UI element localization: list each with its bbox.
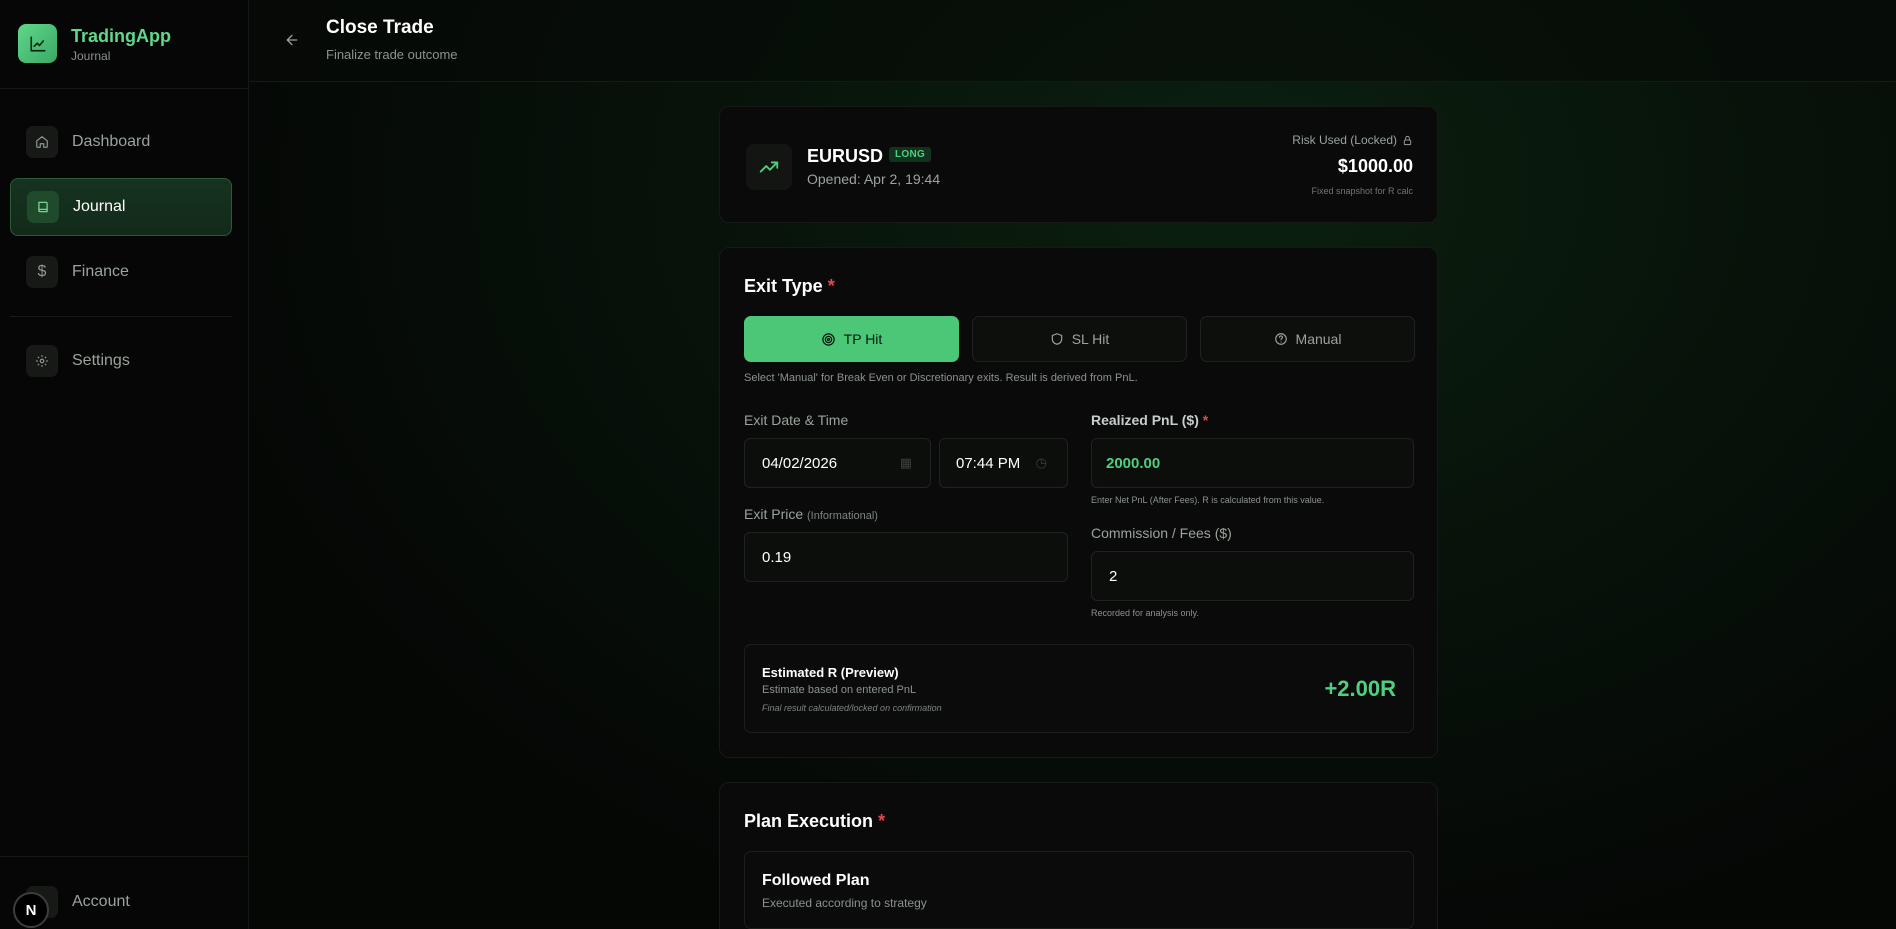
dev-badge[interactable]: N [13, 892, 49, 928]
chart-icon [18, 24, 57, 63]
trade-summary-card: EURUSD LONG Opened: Apr 2, 19:44 Risk Us… [719, 106, 1438, 223]
tp-hit-button[interactable]: TP Hit [744, 316, 959, 362]
plan-option-subtitle: Executed according to strategy [762, 896, 927, 910]
sidebar-item-label: Dashboard [72, 133, 151, 150]
divider [0, 88, 249, 89]
fees-value: 2 [1109, 567, 1118, 585]
exit-date-input[interactable]: 04/02/2026 ▦ [744, 438, 931, 488]
sidebar-item-label: Settings [72, 352, 130, 369]
exit-price-label-note: (Informational) [807, 510, 878, 522]
exit-date-label: Exit Date & Time [744, 412, 849, 428]
pnl-value: 2000.00 [1106, 454, 1161, 472]
sidebar-item-finance[interactable]: $ Finance [10, 243, 232, 301]
exit-time-input[interactable]: 07:44 PM ◷ [939, 438, 1068, 488]
risk-note: Fixed snapshot for R calc [1311, 186, 1413, 196]
plan-execution-card: Plan Execution * Followed Plan Executed … [719, 782, 1438, 929]
help-circle-icon [1274, 333, 1287, 345]
account-button[interactable]: Account [26, 886, 232, 918]
shield-icon [1051, 333, 1062, 345]
pnl-input[interactable]: 2000.00 [1091, 438, 1414, 488]
manual-label: Manual [1295, 331, 1342, 347]
exit-price-label-text: Exit Price [744, 506, 804, 522]
fees-input[interactable]: 2 [1091, 551, 1414, 601]
exit-type-title: Exit Type * [744, 276, 835, 297]
home-icon [26, 126, 58, 158]
exit-date-value: 04/02/2026 [762, 454, 838, 472]
direction-badge: LONG [889, 147, 932, 162]
gear-icon [26, 345, 58, 377]
exit-price-label: Exit Price (Informational) [744, 506, 878, 522]
exit-price-value: 0.19 [762, 548, 792, 566]
sidebar-item-journal[interactable]: Journal [10, 178, 232, 236]
header: Close Trade Finalize trade outcome [250, 0, 1896, 82]
required-mark: * [878, 811, 886, 831]
manual-button[interactable]: Manual [1200, 316, 1415, 362]
sidebar: TradingApp Journal Dashboard Journal $ F… [0, 0, 249, 929]
sidebar-item-label: Finance [72, 263, 129, 280]
page-subtitle: Finalize trade outcome [326, 47, 458, 62]
followed-plan-option[interactable]: Followed Plan Executed according to stra… [744, 851, 1414, 929]
calendar-icon[interactable]: ▦ [900, 455, 912, 471]
sl-hit-label: SL Hit [1071, 331, 1110, 347]
tp-hit-label: TP Hit [843, 331, 883, 347]
clock-icon[interactable]: ◷ [1036, 455, 1047, 471]
brand[interactable]: TradingApp Journal [18, 24, 171, 63]
risk-value: $1000.00 [1337, 156, 1413, 176]
required-mark: * [1202, 412, 1209, 428]
r-preview-panel: Estimated R (Preview) Estimate based on … [744, 644, 1414, 733]
fees-hint: Recorded for analysis only. [1091, 608, 1199, 618]
risk-label-text: Risk Used (Locked) [1292, 133, 1397, 147]
preview-r-value: +2.00R [1324, 676, 1396, 701]
pnl-label-text: Realized PnL ($) [1091, 412, 1199, 428]
plan-title: Plan Execution * [744, 811, 885, 832]
pnl-hint: Enter Net PnL (After Fees). R is calcula… [1091, 495, 1325, 505]
target-icon [821, 332, 835, 346]
exit-type-title-text: Exit Type [744, 276, 823, 296]
exit-type-hint: Select 'Manual' for Break Even or Discre… [744, 372, 1138, 384]
app-subtitle: Journal [71, 48, 111, 63]
dollar-icon: $ [26, 256, 58, 288]
divider [0, 856, 249, 857]
preview-note: Final result calculated/locked on confir… [762, 703, 942, 713]
preview-title: Estimated R (Preview) [762, 665, 899, 680]
risk-label: Risk Used (Locked) [1292, 133, 1413, 147]
pnl-label: Realized PnL ($) * [1091, 412, 1208, 428]
sidebar-item-label: Journal [73, 198, 126, 215]
app-name: TradingApp [71, 25, 171, 46]
lock-icon [1403, 135, 1412, 145]
exit-card: Exit Type * TP Hit SL Hit Manual Select … [719, 247, 1438, 758]
exit-time-value: 07:44 PM [956, 454, 1021, 472]
sl-hit-button[interactable]: SL Hit [972, 316, 1187, 362]
sidebar-item-dashboard[interactable]: Dashboard [10, 113, 232, 171]
required-mark: * [827, 276, 835, 296]
account-label: Account [72, 893, 130, 910]
exit-price-input[interactable]: 0.19 [744, 532, 1068, 582]
divider [10, 316, 232, 317]
fees-label: Commission / Fees ($) [1091, 525, 1232, 541]
back-arrow-icon[interactable] [280, 28, 304, 52]
preview-subtitle: Estimate based on entered PnL [762, 684, 917, 696]
plan-option-title: Followed Plan [762, 872, 870, 889]
plan-title-text: Plan Execution [744, 811, 874, 831]
opened-time: Opened: Apr 2, 19:44 [807, 171, 941, 187]
book-icon [27, 191, 59, 223]
trade-pair: EURUSD [807, 146, 884, 166]
page-title: Close Trade [326, 17, 434, 38]
main-content: Close Trade Finalize trade outcome EURUS… [250, 0, 1896, 929]
sidebar-item-settings[interactable]: Settings [10, 332, 232, 390]
trending-up-icon [746, 144, 792, 190]
